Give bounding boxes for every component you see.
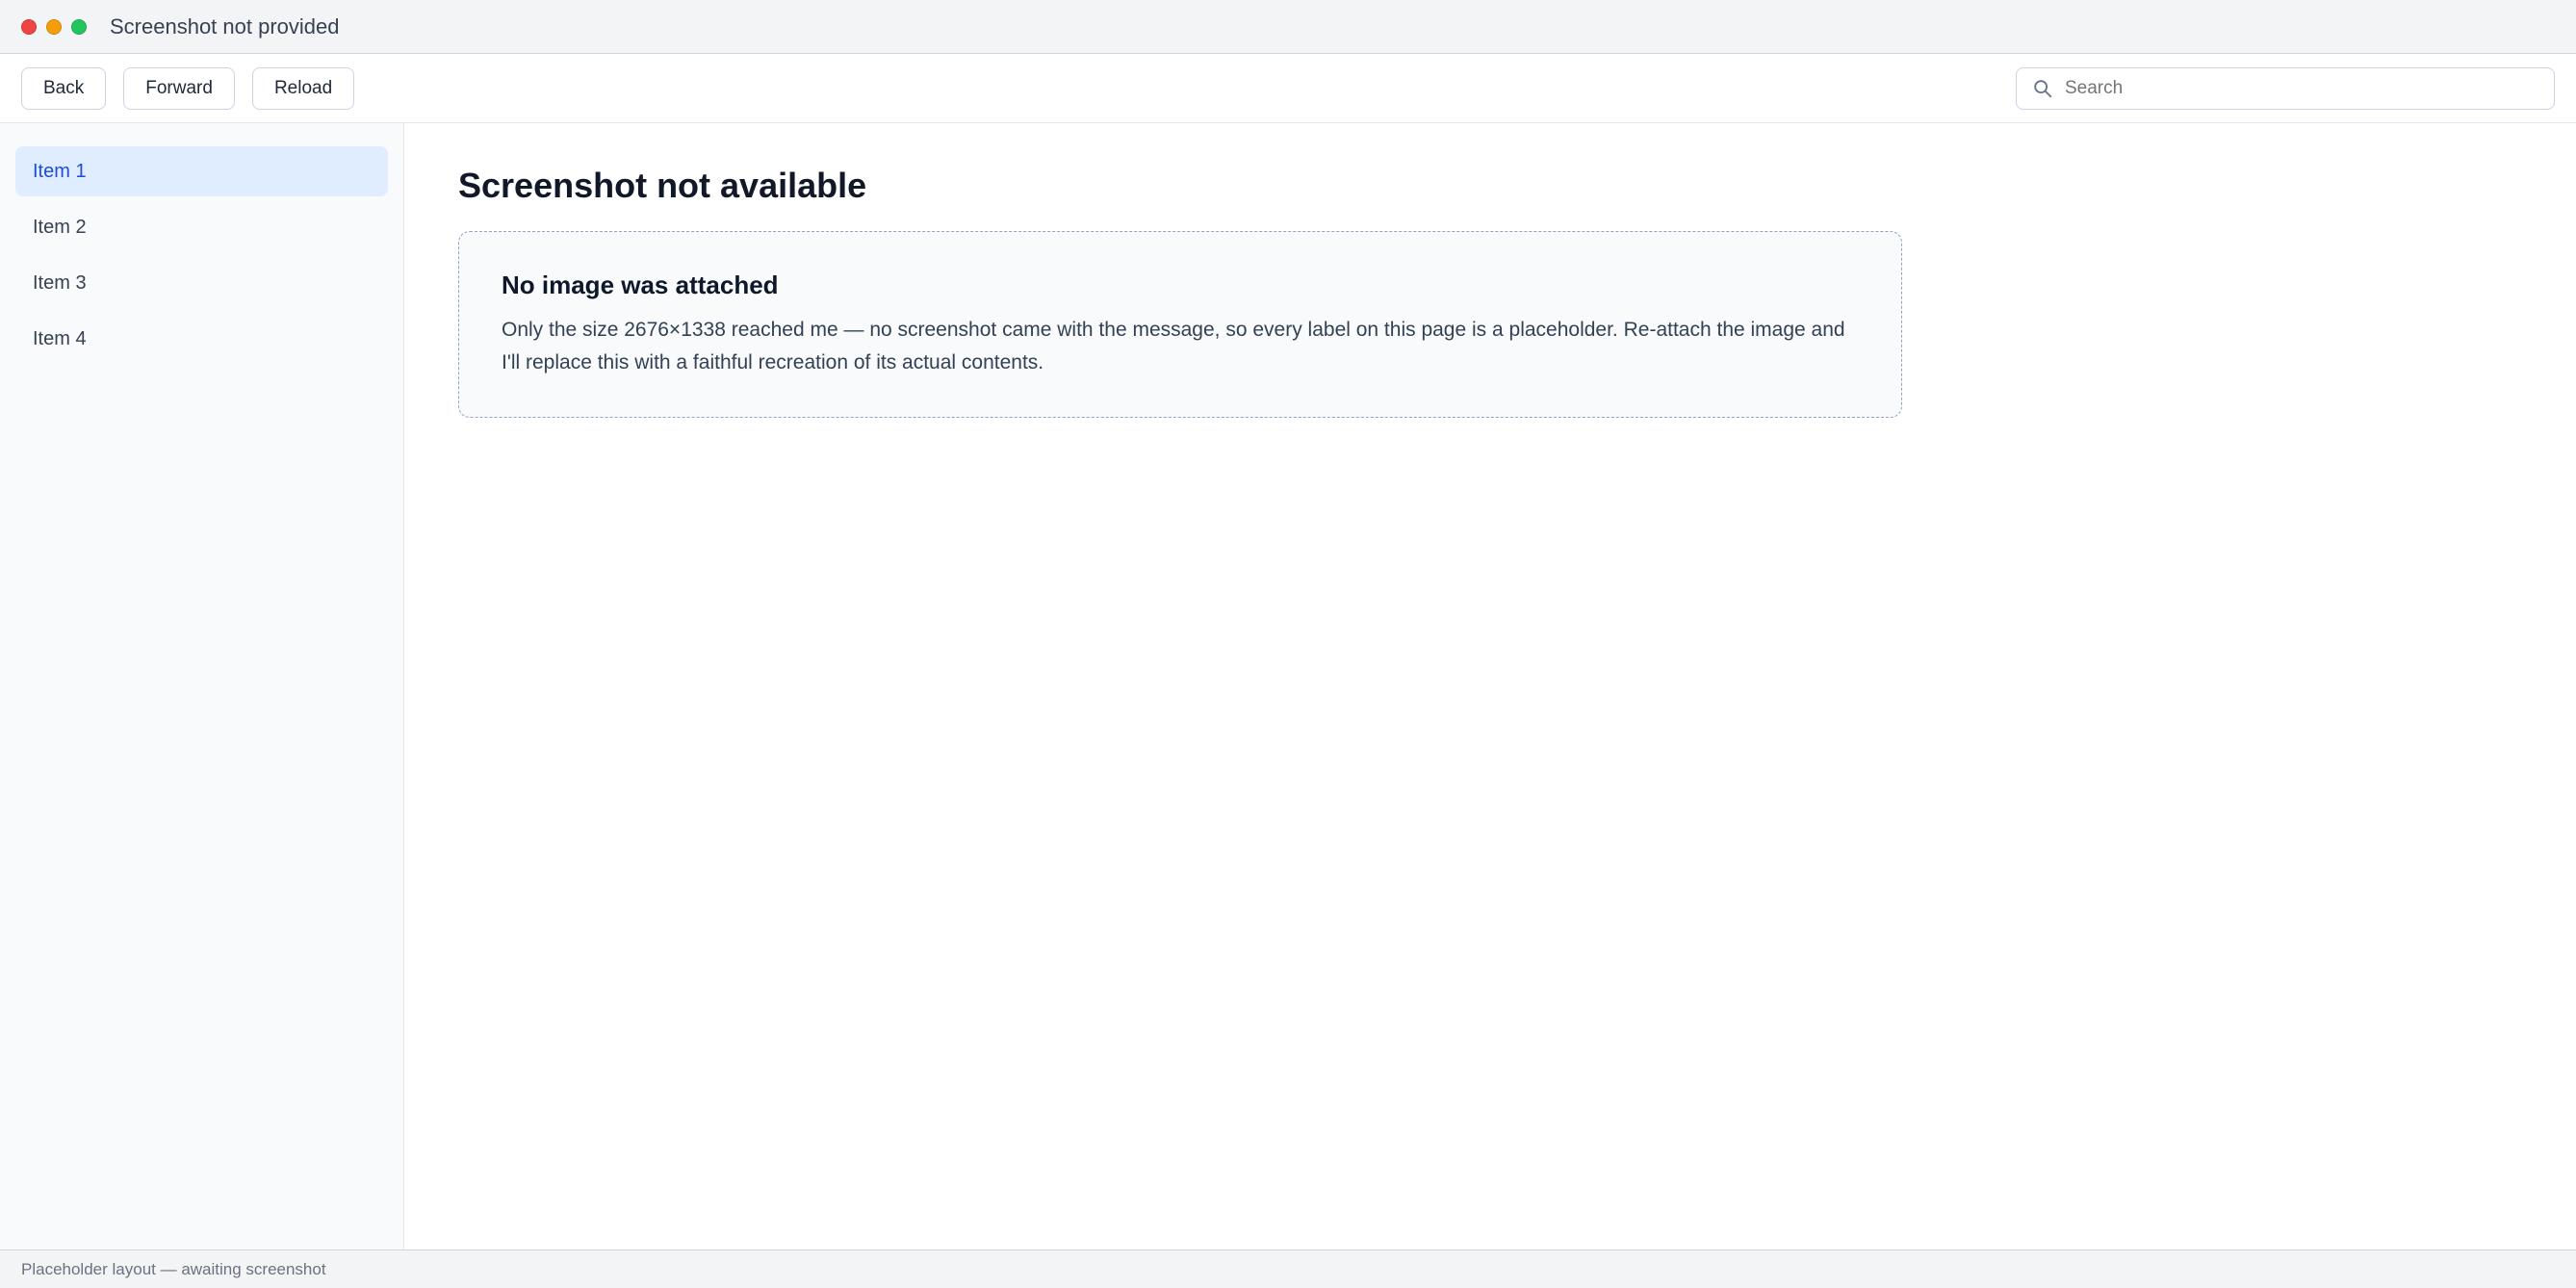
sidebar-item-2[interactable]: Item 2: [15, 202, 388, 252]
sidebar-item-3[interactable]: Item 3: [15, 258, 388, 308]
notice-body: Only the size 2676×1338 reached me — no …: [502, 319, 1845, 374]
back-button[interactable]: Back: [21, 66, 107, 110]
main-panel: Screenshot not available No image was at…: [404, 123, 2576, 1249]
notice-title: No image was attached: [502, 270, 779, 299]
toolbar: Back Forward Reload: [0, 54, 2576, 123]
app-window: Screenshot not provided Back Forward Rel…: [0, 0, 2576, 1288]
missing-image-notice: No image was attached Only the size 2676…: [458, 231, 1902, 419]
status-bar: Placeholder layout — awaiting screenshot: [0, 1249, 2576, 1288]
search-icon: [2034, 79, 2052, 97]
status-text: Placeholder layout — awaiting screenshot: [21, 1259, 326, 1278]
sidebar-item-1[interactable]: Item 1: [15, 146, 388, 196]
window-title: Screenshot not provided: [110, 13, 340, 39]
sidebar: Item 1 Item 2 Item 3 Item 4: [0, 123, 404, 1249]
search-box[interactable]: [2016, 66, 2555, 110]
content-area: Item 1 Item 2 Item 3 Item 4 Screenshot n…: [0, 123, 2576, 1249]
forward-button[interactable]: Forward: [123, 66, 235, 110]
sidebar-item-4[interactable]: Item 4: [15, 314, 388, 364]
close-window-button[interactable]: [21, 18, 37, 35]
window-controls: [21, 18, 87, 35]
page-title: Screenshot not available: [458, 166, 867, 205]
maximize-window-button[interactable]: [71, 18, 87, 35]
minimize-window-button[interactable]: [46, 18, 62, 35]
search-input[interactable]: [2065, 77, 2538, 99]
reload-button[interactable]: Reload: [251, 66, 355, 110]
title-bar: Screenshot not provided: [0, 0, 2576, 54]
